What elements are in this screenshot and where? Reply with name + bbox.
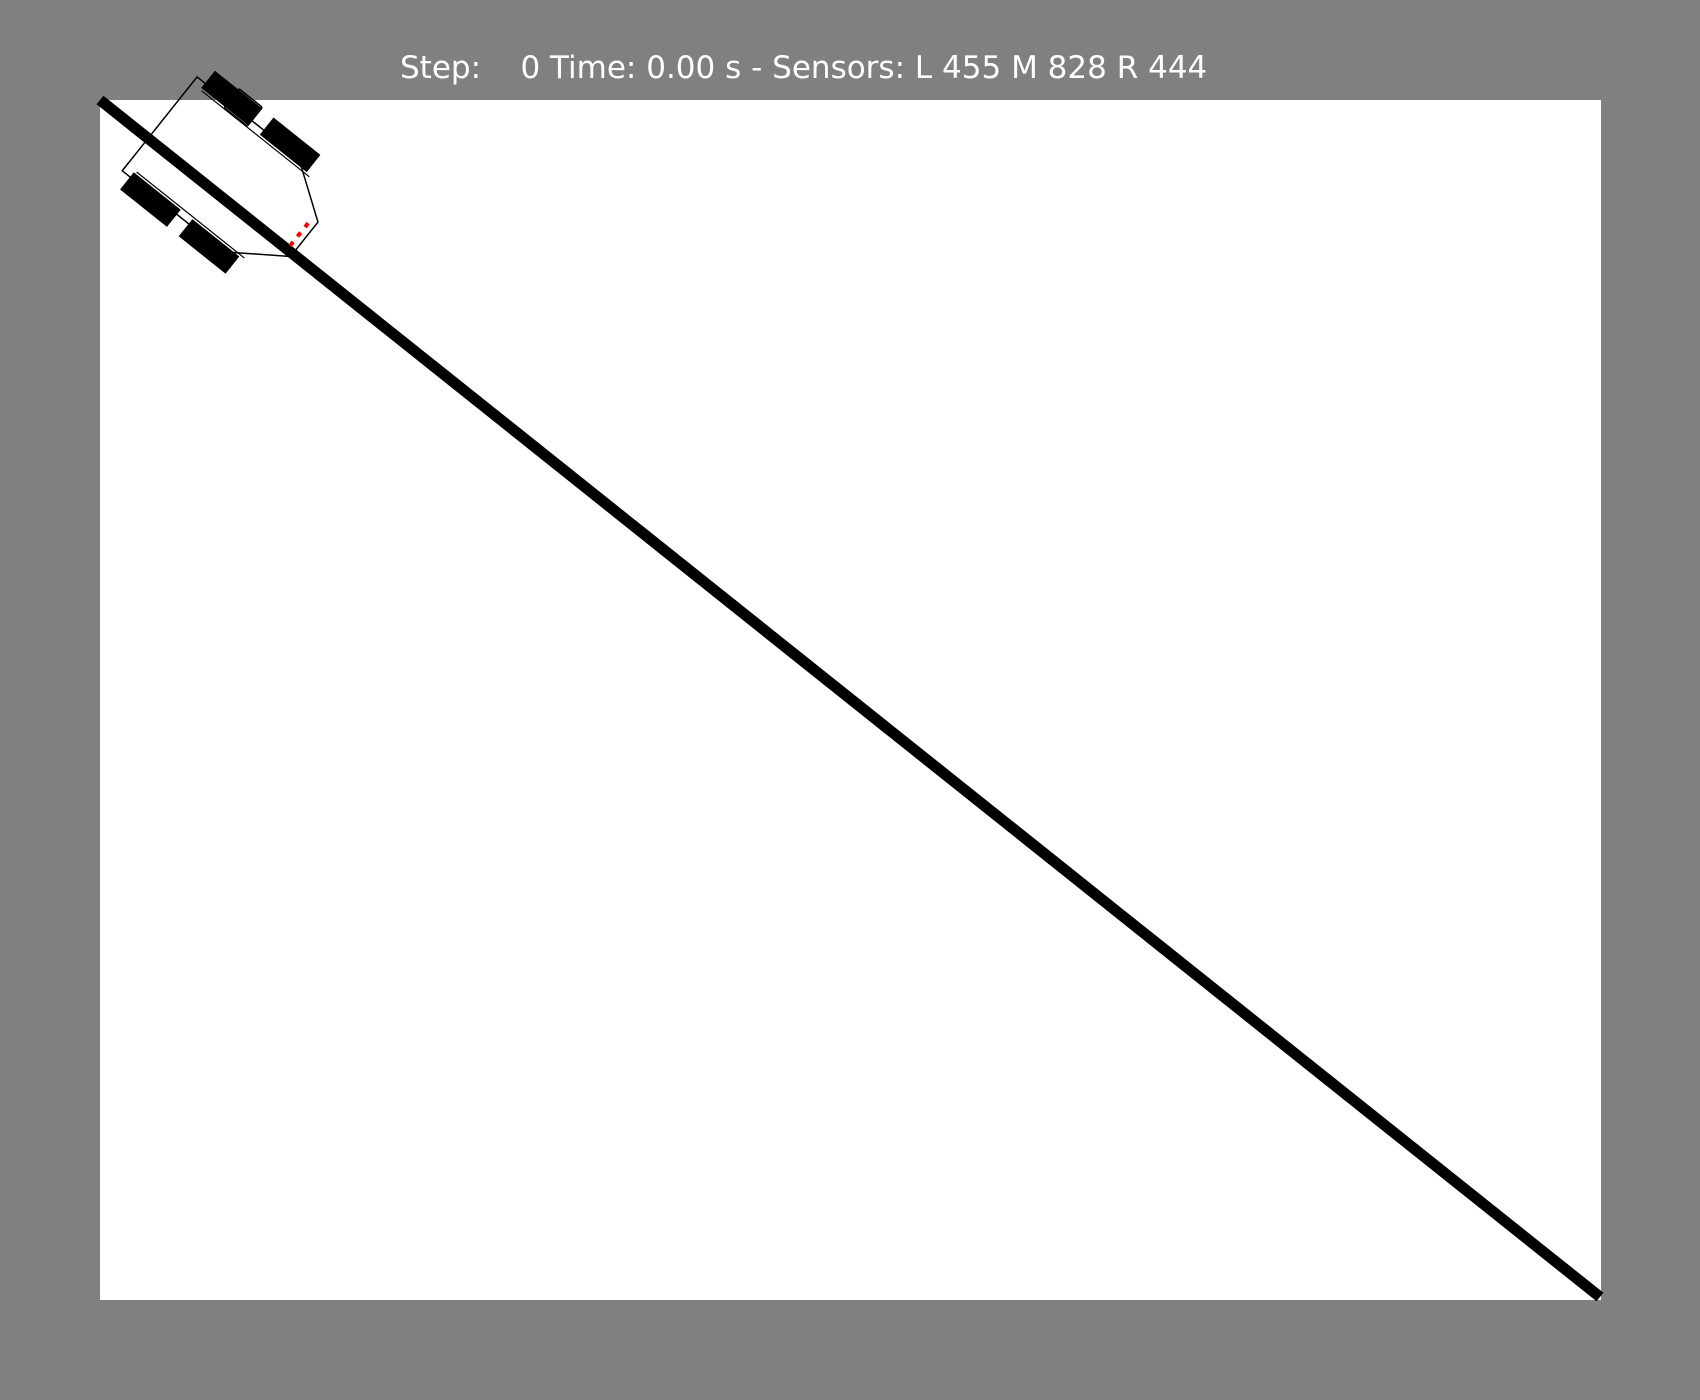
- simulation-canvas: [96, 70, 1604, 1302]
